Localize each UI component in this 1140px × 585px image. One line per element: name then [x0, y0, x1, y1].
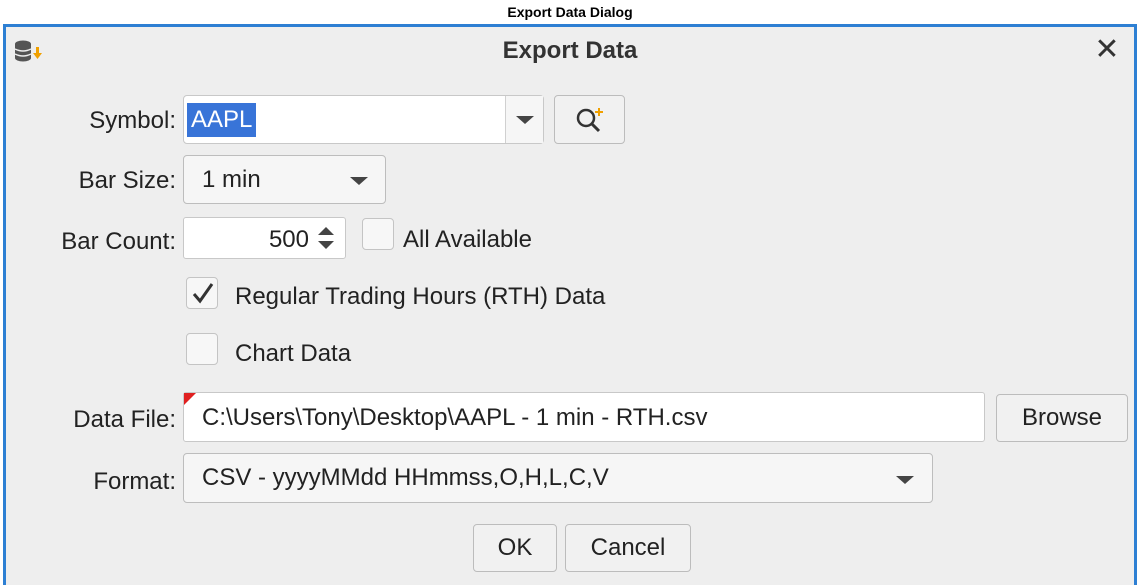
window-caption: Export Data Dialog — [507, 4, 633, 20]
dialog-title: Export Data — [502, 37, 638, 64]
bar-size-label: Bar Size: — [78, 167, 176, 194]
cancel-button[interactable]: Cancel — [565, 524, 691, 572]
chevron-down-icon — [516, 116, 534, 124]
validation-flag-icon — [184, 393, 196, 405]
symbol-dropdown-button[interactable] — [505, 96, 543, 143]
search-add-icon — [575, 106, 607, 143]
data-file-label: Data File: — [73, 406, 176, 433]
all-available-checkbox[interactable] — [362, 218, 394, 250]
symbol-input[interactable]: AAPL — [187, 103, 257, 137]
format-value: CSV - yyyyMMdd HHmmss,O,H,L,C,V — [202, 464, 609, 491]
symbol-combo[interactable]: AAPL — [183, 95, 544, 144]
spinner-arrows-icon[interactable] — [315, 223, 337, 253]
symbol-search-button[interactable] — [554, 95, 625, 144]
checkmark-icon — [190, 280, 216, 311]
format-label: Format: — [93, 468, 176, 495]
bar-size-select[interactable]: 1 min — [183, 155, 386, 204]
data-file-input[interactable]: C:\Users\Tony\Desktop\AAPL - 1 min - RTH… — [183, 392, 985, 442]
chevron-down-icon — [896, 476, 914, 484]
rth-checkbox[interactable] — [186, 277, 218, 309]
bar-count-value[interactable]: 500 — [269, 226, 309, 254]
title-bar: Export Data ✕ — [6, 27, 1134, 75]
chart-data-checkbox[interactable] — [186, 333, 218, 365]
data-file-path[interactable]: C:\Users\Tony\Desktop\AAPL - 1 min - RTH… — [202, 404, 707, 432]
bar-count-label: Bar Count: — [61, 228, 176, 255]
symbol-label: Symbol: — [89, 107, 176, 134]
rth-label: Regular Trading Hours (RTH) Data — [235, 283, 606, 310]
chevron-down-icon — [350, 177, 368, 185]
export-data-dialog: Export Data ✕ Symbol: AAPL Bar Size: 1 m… — [3, 24, 1137, 585]
bar-size-value: 1 min — [202, 166, 261, 193]
bar-count-spinner[interactable]: 500 — [183, 217, 346, 259]
chart-data-label: Chart Data — [235, 340, 352, 367]
format-select[interactable]: CSV - yyyyMMdd HHmmss,O,H,L,C,V — [183, 453, 933, 503]
browse-button[interactable]: Browse — [996, 394, 1128, 442]
ok-button[interactable]: OK — [473, 524, 557, 572]
all-available-label: All Available — [403, 226, 532, 253]
close-icon[interactable]: ✕ — [1092, 35, 1122, 65]
